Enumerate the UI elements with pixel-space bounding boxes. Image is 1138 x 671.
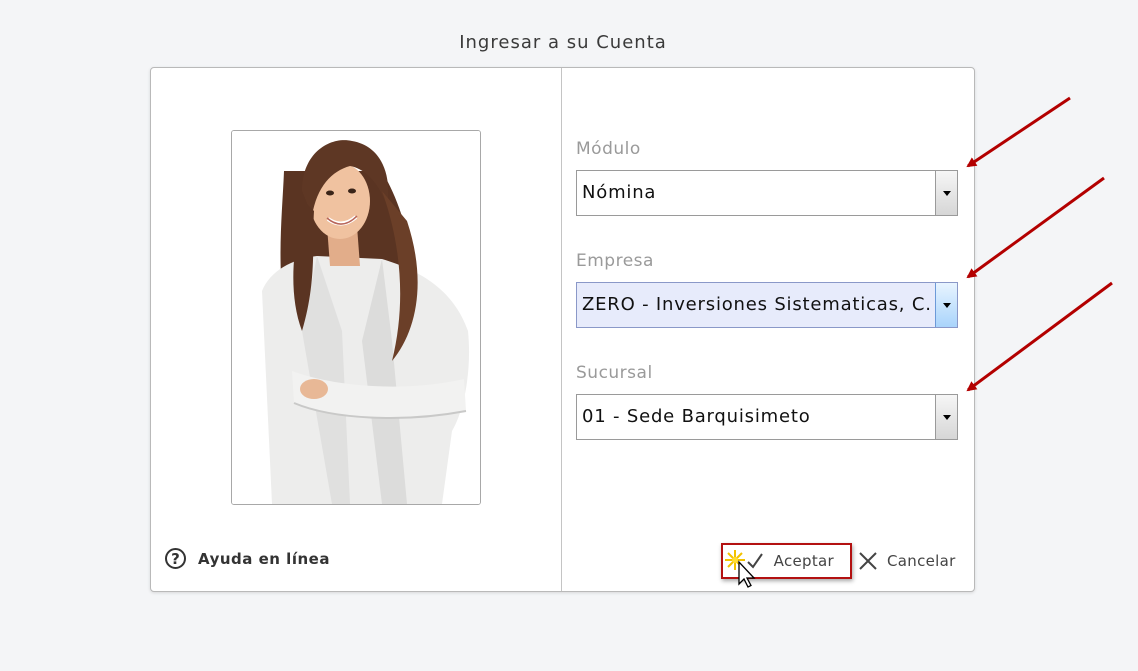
empresa-label: Empresa (576, 251, 654, 271)
annotation-arrow-modulo (966, 96, 1071, 168)
user-photo (231, 130, 481, 505)
annotation-arrow-sucursal (966, 281, 1113, 392)
sucursal-label: Sucursal (576, 363, 653, 383)
empresa-value: ZERO - Inversiones Sistematicas, C.A. (582, 294, 931, 315)
close-icon (858, 551, 878, 571)
sucursal-value: 01 - Sede Barquisimeto (582, 406, 811, 427)
dialog-title: Ingresar a su Cuenta (459, 32, 667, 53)
sucursal-select[interactable]: 01 - Sede Barquisimeto (576, 394, 958, 440)
accept-button[interactable]: Aceptar (721, 543, 852, 579)
modulo-value: Nómina (582, 182, 657, 203)
chevron-down-icon[interactable] (935, 395, 957, 439)
user-photo-illustration (232, 131, 480, 504)
check-icon (745, 551, 765, 571)
accept-label: Aceptar (773, 552, 834, 570)
chevron-down-icon[interactable] (935, 283, 957, 327)
login-panel: ? Ayuda en línea Módulo Nómina Empresa Z… (150, 67, 975, 592)
cancel-label: Cancelar (887, 552, 956, 570)
empresa-select[interactable]: ZERO - Inversiones Sistematicas, C.A. (576, 282, 958, 328)
help-circle-icon: ? (165, 548, 186, 569)
panel-divider (561, 68, 562, 591)
chevron-down-icon[interactable] (935, 171, 957, 215)
help-link[interactable]: ? Ayuda en línea (165, 548, 330, 569)
modulo-label: Módulo (576, 139, 641, 159)
annotation-arrow-empresa (966, 176, 1105, 279)
modulo-select[interactable]: Nómina (576, 170, 958, 216)
help-label: Ayuda en línea (198, 549, 330, 568)
cancel-button[interactable]: Cancelar (858, 543, 956, 579)
